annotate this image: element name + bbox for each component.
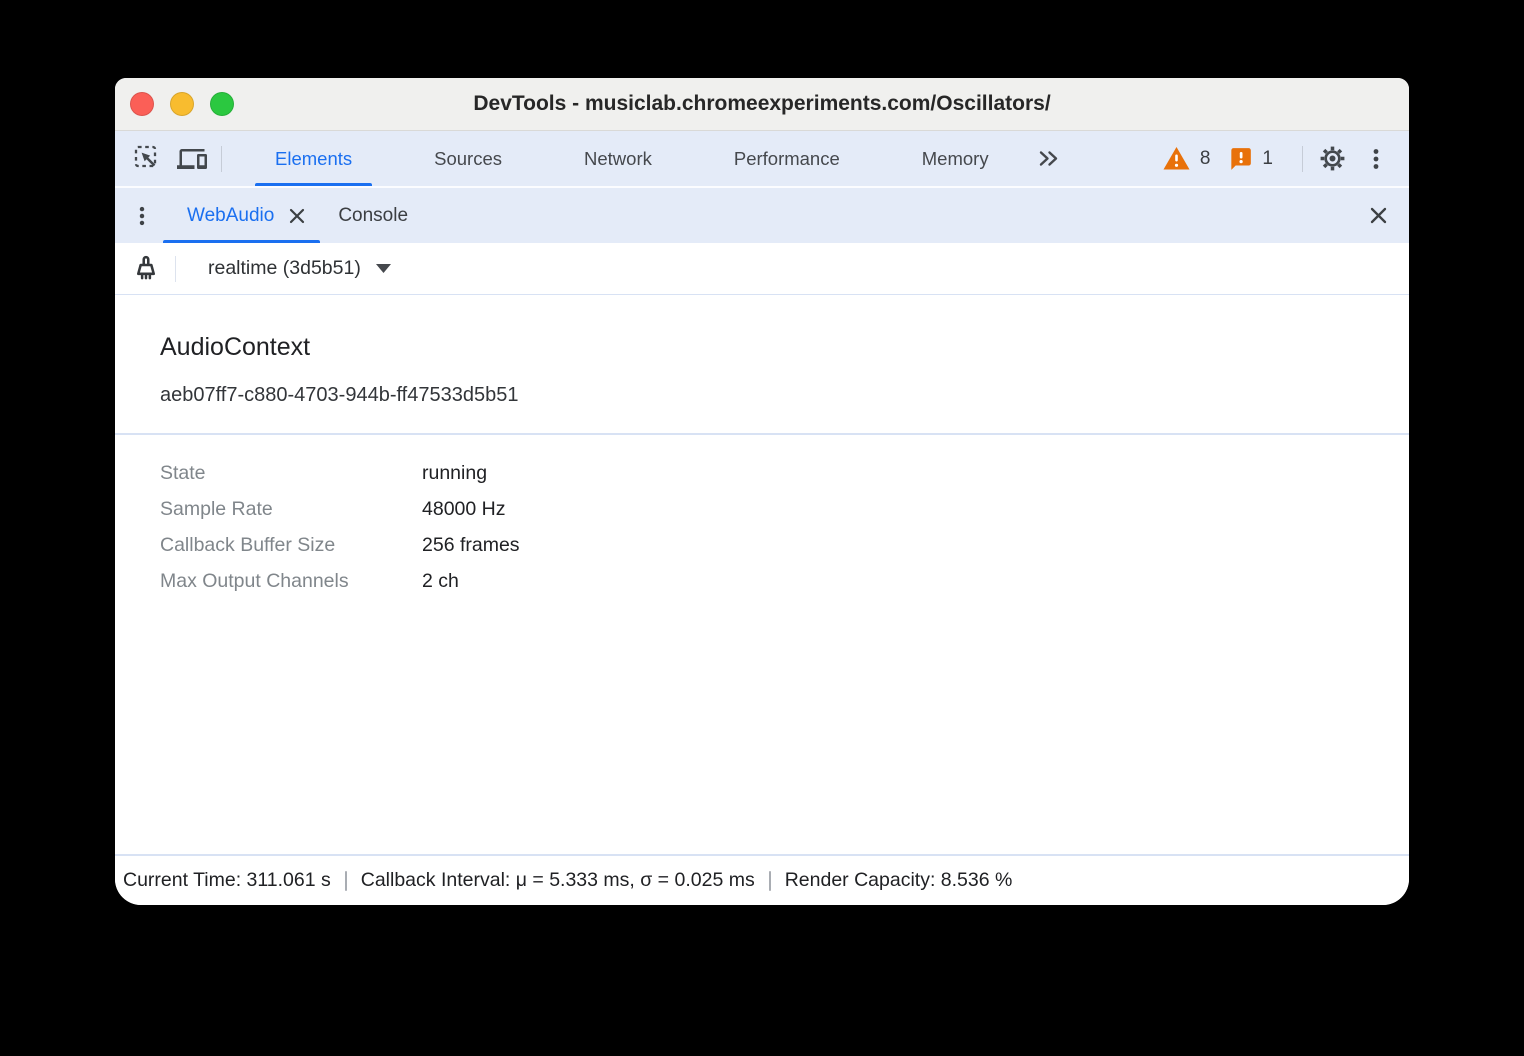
tab-performance[interactable]: Performance: [714, 131, 860, 186]
kebab-menu-icon: [130, 204, 154, 228]
context-uuid: aeb07ff7-c880-4703-944b-ff47533d5b51: [160, 384, 1409, 407]
webaudio-panel-content: AudioContext aeb07ff7-c880-4703-944b-ff4…: [115, 295, 1409, 854]
minimize-window-button[interactable]: [170, 92, 194, 116]
device-toolbar-icon: [177, 144, 207, 174]
drawer-menu-button[interactable]: [129, 199, 155, 233]
table-row: Max Output Channels 2 ch: [160, 563, 1409, 599]
traffic-lights: [130, 78, 234, 130]
zoom-window-button[interactable]: [210, 92, 234, 116]
tab-console[interactable]: Console: [320, 188, 426, 243]
context-type-heading: AudioContext: [160, 333, 1409, 362]
warning-triangle-icon: [1162, 145, 1191, 172]
inspect-cursor-icon: [133, 144, 163, 174]
close-drawer-button[interactable]: [1361, 199, 1395, 233]
close-icon: [1366, 203, 1391, 228]
tab-memory[interactable]: Memory: [902, 131, 1009, 186]
webaudio-toolbar: realtime (3d5b51): [115, 243, 1409, 295]
kebab-menu-icon: [1363, 146, 1389, 172]
inspect-element-button[interactable]: [131, 142, 165, 176]
devtools-main-toolbar: Elements Sources Network Performance Mem…: [115, 131, 1409, 188]
devtools-window: DevTools - musiclab.chromeexperiments.co…: [115, 78, 1409, 905]
property-value: running: [422, 455, 487, 491]
window-title: DevTools - musiclab.chromeexperiments.co…: [473, 92, 1050, 116]
status-render-capacity: Render Capacity: 8.536 %: [785, 869, 1013, 892]
toolbar-divider: [1302, 146, 1303, 172]
section-divider: [115, 433, 1409, 435]
close-webaudio-tab-button[interactable]: [286, 205, 308, 227]
desktop-background: DevTools - musiclab.chromeexperiments.co…: [0, 0, 1524, 1056]
property-value: 48000 Hz: [422, 491, 505, 527]
tab-webaudio[interactable]: WebAudio: [163, 188, 320, 243]
status-separator: [769, 871, 771, 891]
context-properties-table: State running Sample Rate 48000 Hz Callb…: [160, 455, 1409, 599]
tab-elements[interactable]: Elements: [255, 131, 372, 186]
property-label: Sample Rate: [160, 491, 422, 527]
toolbar-divider: [221, 146, 222, 172]
issues-indicator[interactable]: 1: [1227, 146, 1273, 172]
broom-clear-icon: [130, 253, 162, 285]
table-row: Callback Buffer Size 256 frames: [160, 527, 1409, 563]
warning-count: 8: [1200, 148, 1211, 170]
status-current-time: Current Time: 311.061 s: [123, 869, 331, 892]
tab-webaudio-label: WebAudio: [187, 205, 274, 227]
property-label: Max Output Channels: [160, 563, 422, 599]
audio-context-selector[interactable]: realtime (3d5b51): [188, 257, 391, 280]
tab-sources[interactable]: Sources: [414, 131, 522, 186]
customize-devtools-button[interactable]: [1359, 142, 1393, 176]
more-tabs-button[interactable]: [1032, 142, 1066, 176]
issue-bubble-icon: [1227, 146, 1253, 172]
clear-button[interactable]: [129, 252, 163, 286]
toolbar-divider: [175, 256, 176, 282]
chevron-down-icon: [376, 264, 391, 273]
context-selector-label: realtime (3d5b51): [208, 257, 361, 280]
status-callback-interval: Callback Interval: μ = 5.333 ms, σ = 0.0…: [361, 869, 755, 892]
toggle-device-toolbar-button[interactable]: [175, 142, 209, 176]
table-row: Sample Rate 48000 Hz: [160, 491, 1409, 527]
main-panel-tabs: Elements Sources Network Performance Mem…: [234, 131, 1030, 186]
chevron-double-right-icon: [1035, 145, 1062, 172]
close-window-button[interactable]: [130, 92, 154, 116]
property-label: Callback Buffer Size: [160, 527, 422, 563]
drawer-tabbar: WebAudio Console: [115, 188, 1409, 243]
tab-network[interactable]: Network: [564, 131, 672, 186]
warnings-indicator[interactable]: 8: [1162, 145, 1211, 172]
webaudio-status-bar: Current Time: 311.061 s Callback Interva…: [115, 854, 1409, 905]
property-value: 2 ch: [422, 563, 459, 599]
property-value: 256 frames: [422, 527, 520, 563]
window-titlebar[interactable]: DevTools - musiclab.chromeexperiments.co…: [115, 78, 1409, 131]
issue-count: 1: [1262, 148, 1273, 170]
property-label: State: [160, 455, 422, 491]
tab-console-label: Console: [338, 205, 408, 227]
status-separator: [345, 871, 347, 891]
gear-icon: [1318, 144, 1347, 173]
settings-button[interactable]: [1315, 142, 1349, 176]
table-row: State running: [160, 455, 1409, 491]
